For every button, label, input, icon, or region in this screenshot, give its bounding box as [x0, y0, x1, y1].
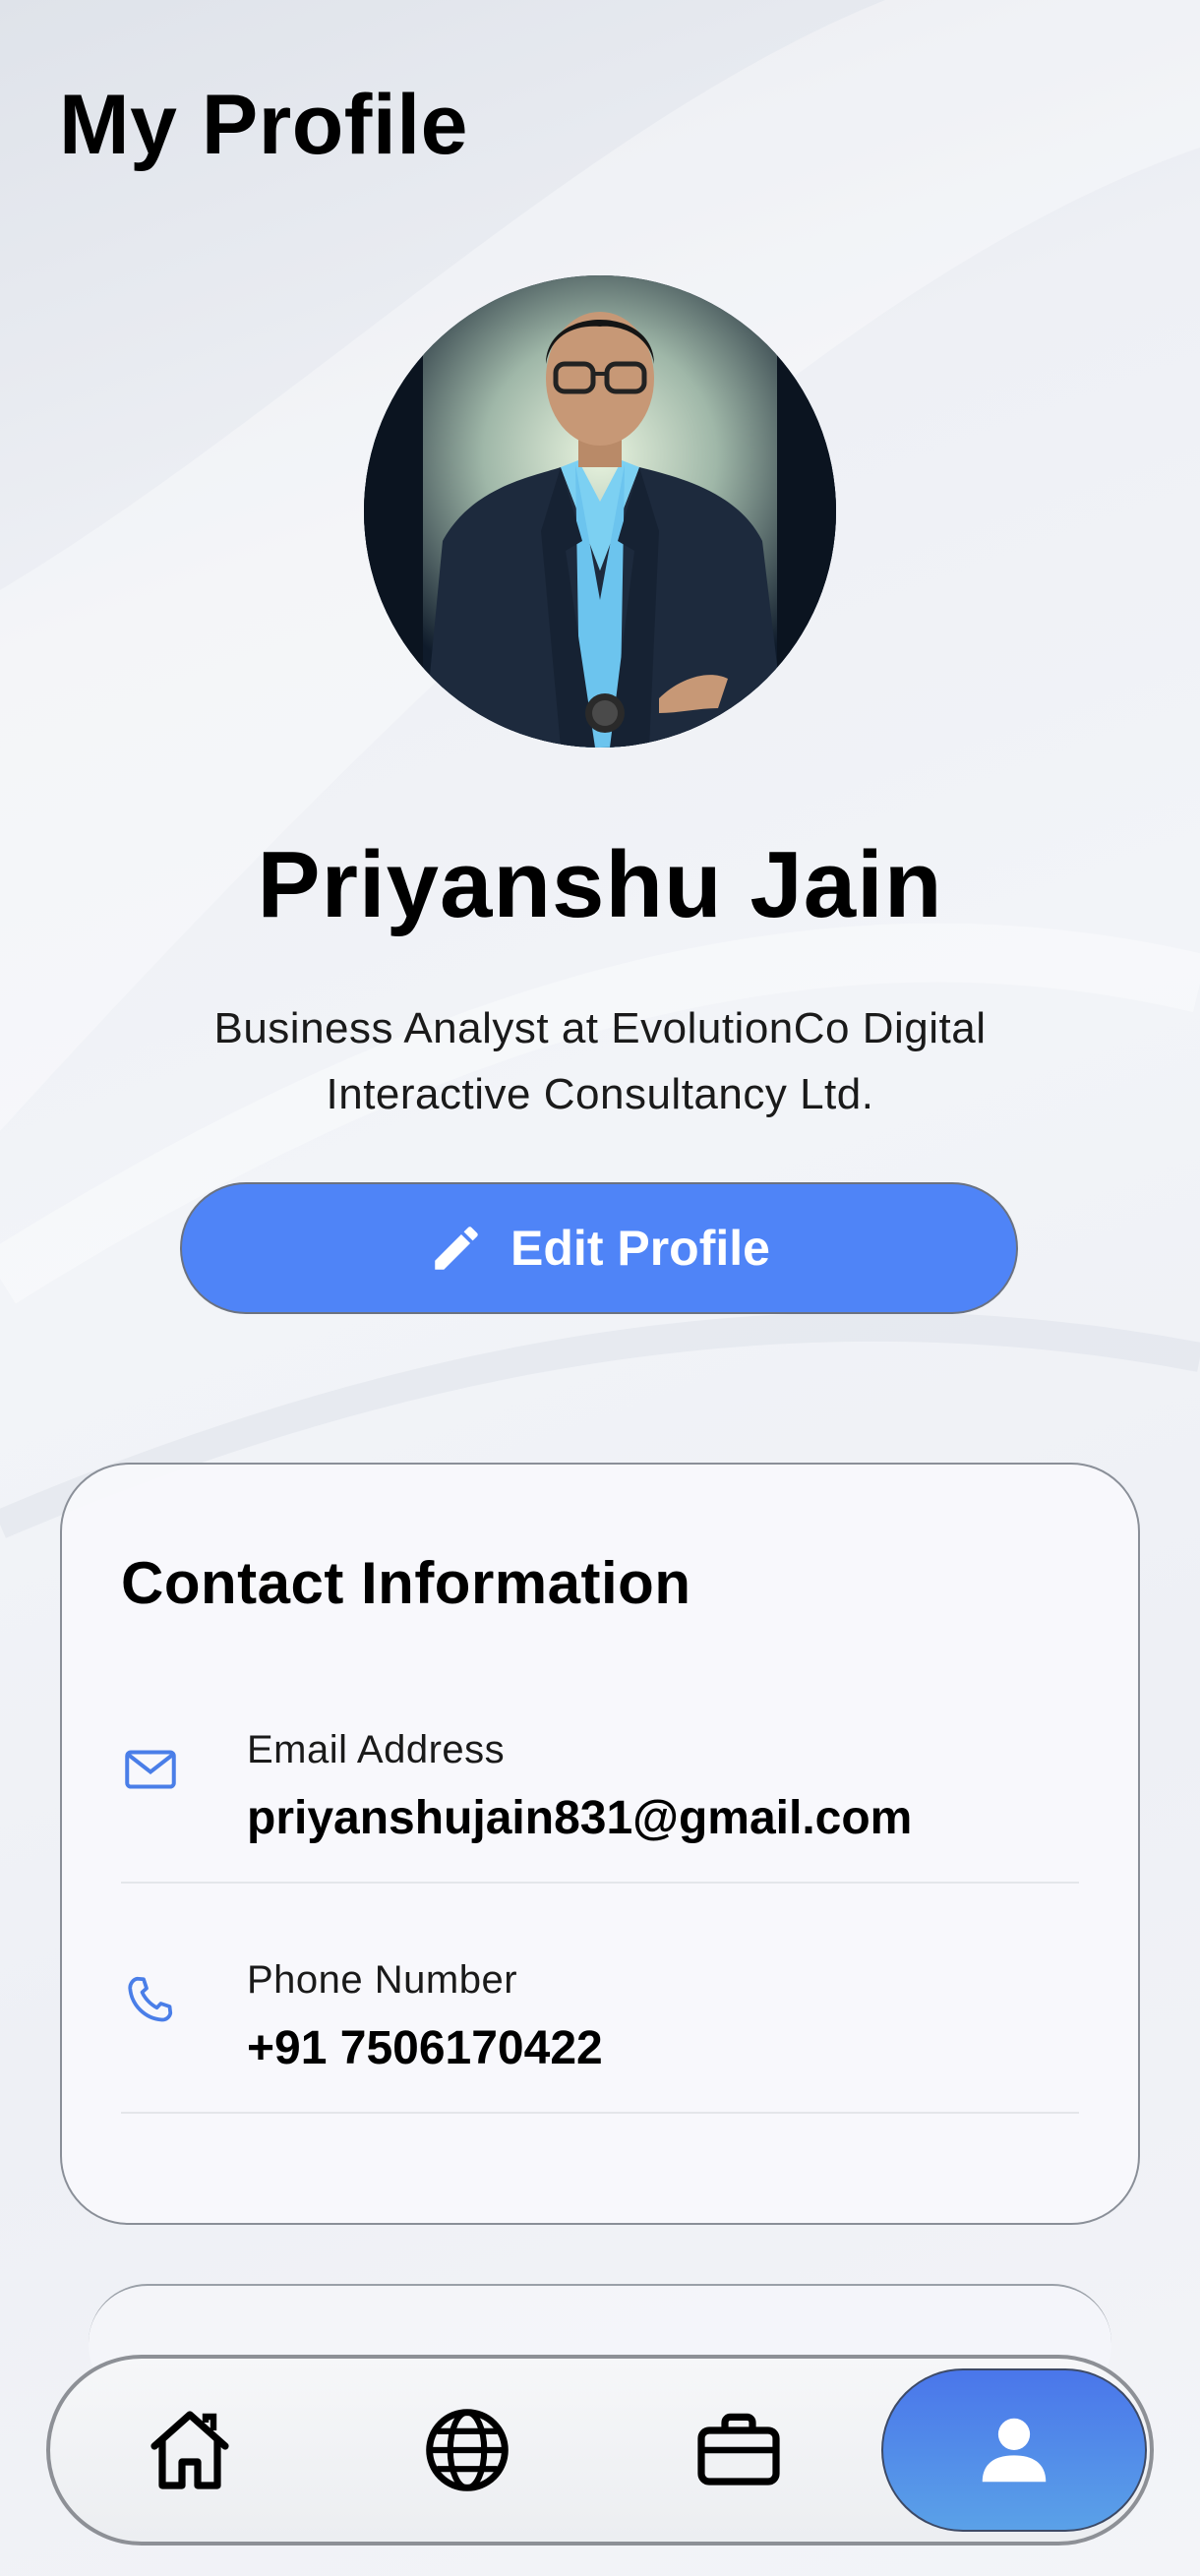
- bottom-tab-bar: [46, 2355, 1154, 2546]
- page-title: My Profile: [59, 78, 468, 172]
- tab-profile[interactable]: [881, 2368, 1147, 2532]
- profile-bio: Business Analyst at EvolutionCo Digital …: [213, 1004, 987, 1118]
- avatar[interactable]: [364, 275, 836, 748]
- pencil-icon: [435, 1227, 478, 1270]
- email-label: Email Address: [247, 1728, 506, 1771]
- home-icon: [150, 2411, 229, 2489]
- profile-name: Priyanshu Jain: [257, 832, 943, 937]
- mail-icon: [125, 1750, 176, 1789]
- phone-value[interactable]: +91 7506170422: [247, 2021, 603, 2075]
- email-value[interactable]: priyanshujain831@gmail.com: [247, 1791, 912, 1845]
- globe-icon: [426, 2409, 509, 2491]
- phone-icon: [128, 1976, 173, 2022]
- profile-photo: [364, 275, 836, 748]
- tab-globe[interactable]: [389, 2376, 546, 2524]
- contact-information-card: Contact Information Email Address priyan…: [60, 1463, 1140, 2225]
- contact-information-title: Contact Information: [121, 1550, 691, 1616]
- tab-briefcase[interactable]: [660, 2376, 817, 2524]
- phone-label: Phone Number: [247, 1958, 518, 2002]
- email-row[interactable]: Email Address priyanshujain831@gmail.com: [121, 1651, 1079, 1884]
- edit-profile-label: Edit Profile: [510, 1221, 770, 1276]
- briefcase-icon: [697, 2413, 780, 2486]
- user-icon: [982, 2418, 1047, 2483]
- edit-profile-button[interactable]: Edit Profile: [180, 1182, 1018, 1314]
- phone-row[interactable]: Phone Number +91 7506170422: [121, 1882, 1079, 2114]
- tab-home[interactable]: [111, 2376, 269, 2524]
